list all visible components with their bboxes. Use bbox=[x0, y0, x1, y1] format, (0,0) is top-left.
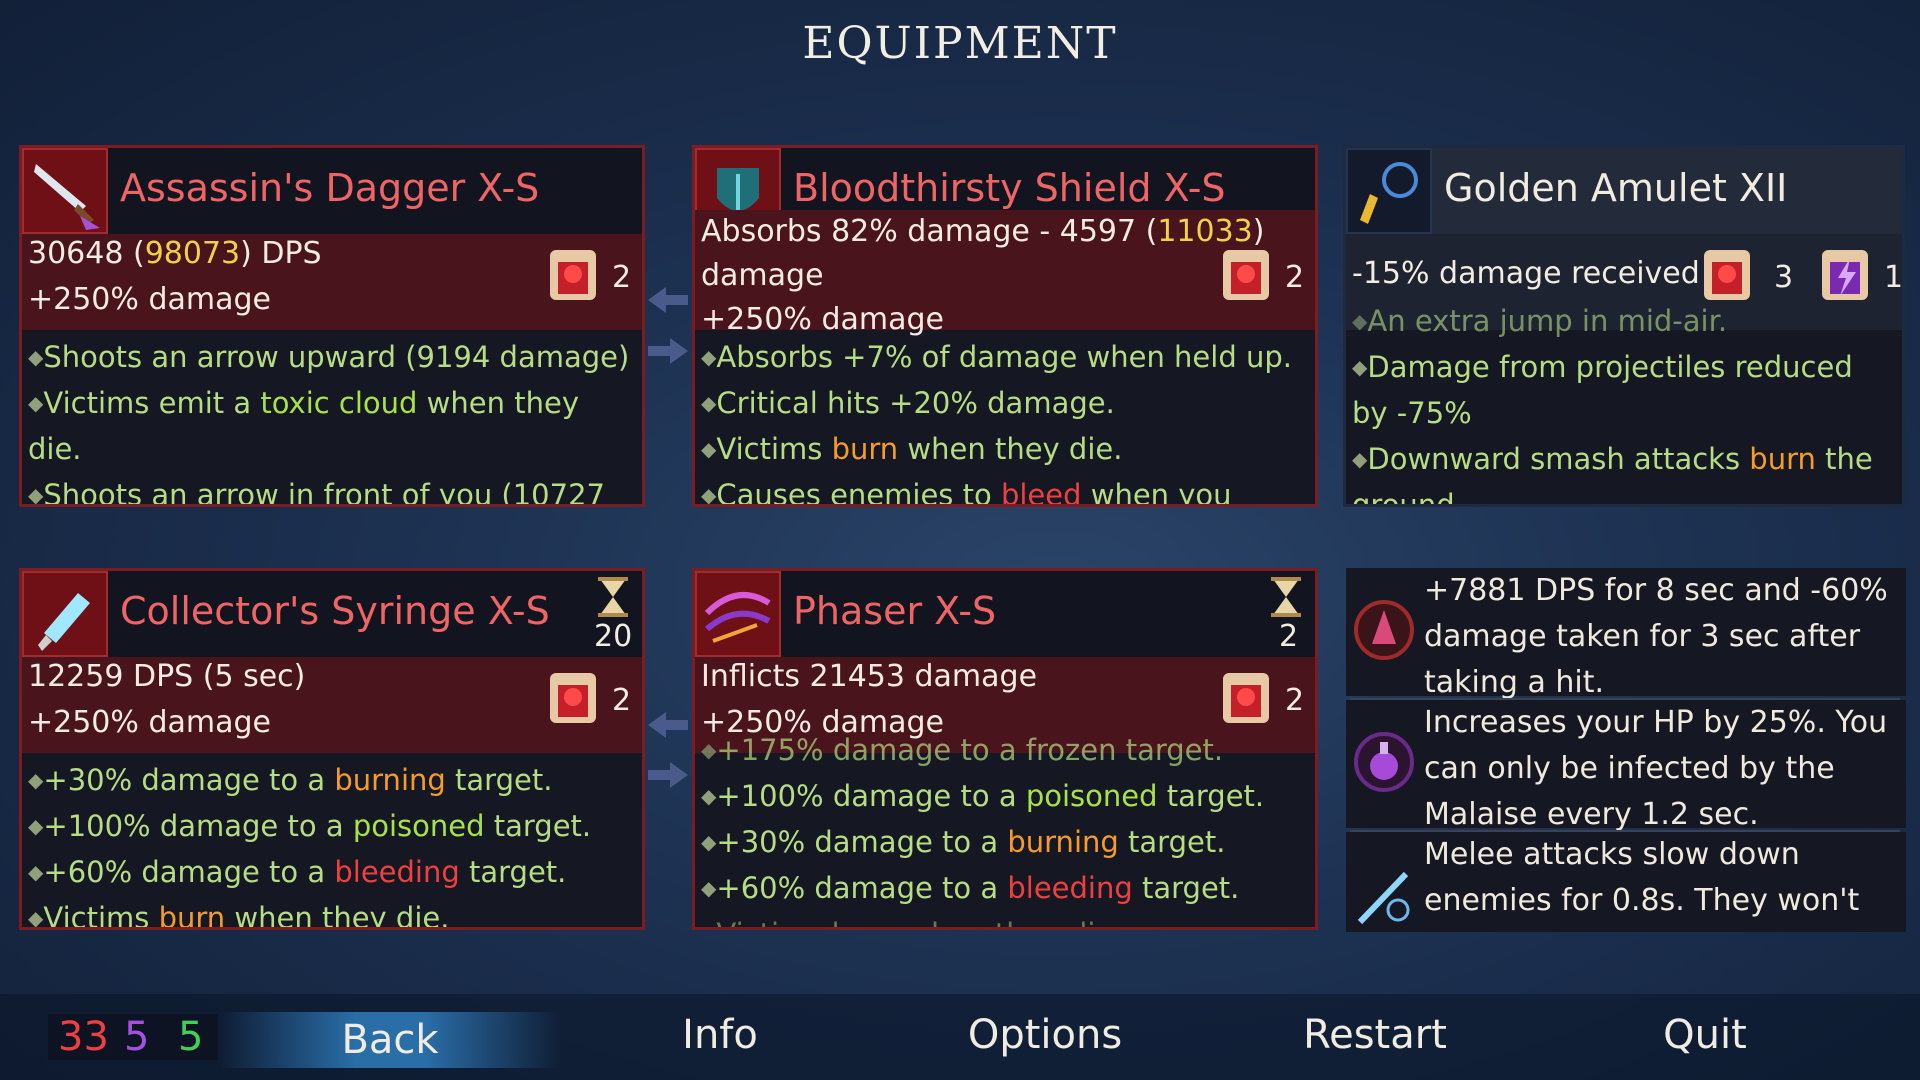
item-name: Golden Amulet XII bbox=[1444, 166, 1788, 210]
lightning-count: 1 bbox=[1884, 260, 1904, 295]
effect-line: Victims burn when they die. bbox=[28, 895, 636, 927]
brutality-scroll-icon bbox=[550, 250, 596, 300]
effect-line: Victims burn when they die. bbox=[701, 911, 1309, 927]
page-title: EQUIPMENT bbox=[802, 18, 1118, 69]
phaser-icon bbox=[695, 571, 781, 657]
effect-line: +30% damage to a burning target. bbox=[701, 819, 1309, 865]
item-effects: +175% damage to a frozen target. +100% d… bbox=[695, 733, 1315, 927]
item-name: Bloodthirsty Shield X-S bbox=[793, 166, 1226, 210]
item-card-bloodthirsty-shield[interactable]: Bloodthirsty Shield X-S Absorbs 82% dama… bbox=[692, 145, 1318, 507]
damage-reduction: -15% damage received bbox=[1352, 256, 1700, 291]
item-name: Phaser X-S bbox=[793, 589, 997, 633]
dps-stat: 12259 DPS (5 sec) bbox=[28, 659, 306, 694]
scroll-count: 2 bbox=[1285, 260, 1305, 295]
brutality-scroll-icon bbox=[550, 673, 596, 723]
options-button[interactable]: Options bbox=[940, 1012, 1150, 1058]
mutation-perk-3[interactable]: Melee attacks slow down enemies for 0.8s… bbox=[1346, 832, 1906, 932]
item-card-golden-amulet[interactable]: Golden Amulet XII -15% damage received 3… bbox=[1343, 145, 1905, 507]
effect-line: An extra jump in mid-air. bbox=[1352, 298, 1896, 344]
effect-line: Victims emit a toxic cloud when they die… bbox=[28, 380, 636, 472]
back-button[interactable]: Back bbox=[220, 1012, 560, 1068]
rage-perk-icon bbox=[1354, 600, 1414, 660]
cooldown-value: 2 bbox=[1279, 619, 1299, 654]
brutality-count: 33 bbox=[58, 1014, 109, 1060]
item-card-assassins-dagger[interactable]: Assassin's Dagger X-S 30648 (98073) DPS … bbox=[19, 145, 645, 507]
effect-line: +60% damage to a bleeding target. bbox=[28, 849, 636, 895]
item-card-collectors-syringe[interactable]: Collector's Syringe X-S 20 12259 DPS (5 … bbox=[19, 568, 645, 930]
item-effects: Shoots an arrow upward (9194 damage) Vic… bbox=[22, 334, 642, 504]
scroll-count: 3 bbox=[1774, 260, 1794, 295]
effect-line: +30% damage to a burning target. bbox=[28, 757, 636, 803]
survival-count: 5 bbox=[178, 1014, 204, 1060]
tactics-count: 5 bbox=[124, 1014, 150, 1060]
amulet-icon bbox=[1346, 148, 1432, 234]
cooldown-hourglass-icon bbox=[1271, 577, 1301, 617]
potion-perk-icon bbox=[1354, 732, 1414, 792]
brutality-scroll-icon bbox=[1223, 673, 1269, 723]
item-effects: Absorbs +7% of damage when held up. Crit… bbox=[695, 334, 1315, 504]
perk-description: Melee attacks slow down enemies for 0.8s… bbox=[1424, 837, 1860, 932]
cooldown-hourglass-icon bbox=[598, 577, 628, 617]
cooldown-value: 20 bbox=[594, 619, 633, 654]
absorb-stat-cont: damage bbox=[701, 258, 824, 293]
effect-line: Shoots an arrow upward (9194 damage) bbox=[28, 334, 636, 380]
item-effects: An extra jump in mid-air. Damage from pr… bbox=[1346, 304, 1902, 504]
effect-line: +100% damage to a poisoned target. bbox=[28, 803, 636, 849]
scroll-count: 2 bbox=[612, 683, 632, 718]
effect-line: Critical hits +20% damage. bbox=[701, 380, 1309, 426]
effect-line: Absorbs +7% of damage when held up. bbox=[701, 334, 1309, 380]
card-header bbox=[695, 571, 1315, 657]
mutation-perk-1[interactable]: +7881 DPS for 8 sec and -60% damage take… bbox=[1346, 568, 1906, 700]
item-card-phaser[interactable]: Phaser X-S 2 Inflicts 21453 damage +250%… bbox=[692, 568, 1318, 930]
effect-line: Causes enemies to bleed when you parry. bbox=[701, 472, 1309, 504]
info-button[interactable]: Info bbox=[640, 1012, 800, 1058]
syringe-icon bbox=[22, 571, 108, 657]
arrow-left-icon bbox=[648, 712, 688, 738]
damage-bonus: +250% damage bbox=[28, 705, 271, 740]
dps-stat: 30648 (98073) DPS bbox=[28, 236, 322, 271]
item-effects: +30% damage to a burning target. +100% d… bbox=[22, 757, 642, 927]
effect-line: Downward smash attacks burn the ground. bbox=[1352, 436, 1896, 504]
brutality-scroll-icon bbox=[1223, 250, 1269, 300]
perk-description: +7881 DPS for 8 sec and -60% damage take… bbox=[1424, 573, 1888, 700]
effect-line: +175% damage to a frozen target. bbox=[701, 727, 1309, 773]
effect-line: Damage from projectiles reduced by -75% bbox=[1352, 344, 1896, 436]
brutality-scroll-icon bbox=[1704, 250, 1750, 300]
item-name: Assassin's Dagger X-S bbox=[120, 166, 540, 210]
arrow-right-icon bbox=[648, 762, 688, 788]
frost-blade-perk-icon bbox=[1357, 871, 1410, 925]
effect-line: +100% damage to a poisoned target. bbox=[701, 773, 1309, 819]
quit-button[interactable]: Quit bbox=[1620, 1012, 1790, 1058]
mutation-perk-2[interactable]: Increases your HP by 25%. You can only b… bbox=[1346, 700, 1906, 832]
lightning-scroll-icon bbox=[1822, 250, 1868, 300]
effect-line: +60% damage to a bleeding target. bbox=[701, 865, 1309, 911]
effect-line: Victims burn when they die. bbox=[701, 426, 1309, 472]
damage-bonus: +250% damage bbox=[28, 282, 271, 317]
scroll-stats: 33 5 5 bbox=[48, 1014, 218, 1060]
absorb-stat: Absorbs 82% damage - 4597 (11033) bbox=[701, 214, 1265, 249]
restart-button[interactable]: Restart bbox=[1270, 1012, 1480, 1058]
arrow-left-icon bbox=[648, 287, 688, 313]
arrow-right-icon bbox=[648, 338, 688, 364]
effect-line: Shoots an arrow in front of you (10727 d… bbox=[28, 472, 636, 504]
dagger-icon bbox=[22, 148, 108, 234]
damage-stat: Inflicts 21453 damage bbox=[701, 659, 1038, 694]
damage-bonus: +250% damage bbox=[701, 302, 944, 337]
perk-description: Increases your HP by 25%. You can only b… bbox=[1424, 705, 1888, 832]
item-name: Collector's Syringe X-S bbox=[120, 589, 550, 633]
scroll-count: 2 bbox=[1285, 683, 1305, 718]
scroll-count: 2 bbox=[612, 260, 632, 295]
